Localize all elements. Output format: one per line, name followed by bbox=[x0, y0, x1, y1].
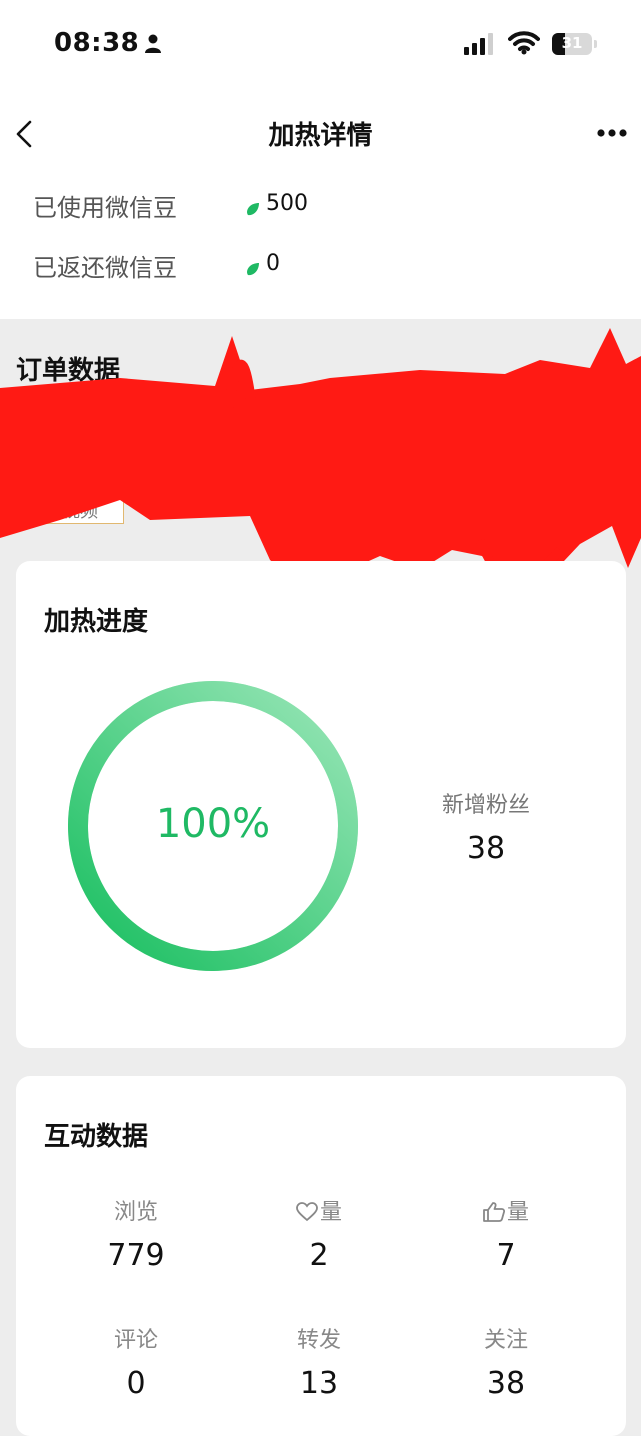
returned-beans-value: 0 bbox=[266, 251, 280, 276]
thumbs-up-stat: 量 7 bbox=[416, 1194, 596, 1273]
bean-info-section: 已使用微信豆 500 已返还微信豆 0 bbox=[0, 178, 641, 319]
new-fans-value: 38 bbox=[466, 831, 506, 866]
returned-beans-label: 已返还微信豆 bbox=[33, 254, 177, 282]
thumbs-up-label: 量 bbox=[506, 1200, 529, 1225]
shares-value: 13 bbox=[299, 1366, 339, 1401]
used-beans-row: 已使用微信豆 500 bbox=[0, 184, 641, 224]
follows-value: 38 bbox=[486, 1366, 526, 1401]
follows-stat: 关注 38 bbox=[416, 1322, 596, 1401]
follows-label: 关注 bbox=[483, 1328, 528, 1353]
interaction-data-card: 互动数据 浏览 779 量 2 量 7 评论 0 转发 13 关注 38 bbox=[16, 1076, 626, 1436]
comments-label: 评论 bbox=[113, 1328, 158, 1353]
used-beans-value: 500 bbox=[266, 191, 308, 216]
wifi-icon bbox=[508, 31, 540, 55]
battery-level: 31 bbox=[561, 34, 583, 52]
heating-progress-title: 加热进度 bbox=[44, 607, 149, 637]
likes-stat: 量 2 bbox=[229, 1194, 409, 1273]
status-bar: 08:38 31 bbox=[0, 0, 641, 90]
views-stat: 浏览 779 bbox=[46, 1194, 226, 1273]
comments-value: 0 bbox=[126, 1366, 146, 1401]
battery-icon: 31 bbox=[552, 33, 592, 55]
interaction-data-title: 互动数据 bbox=[44, 1122, 149, 1152]
navigation-bar: 加热详情 bbox=[0, 90, 641, 178]
likes-label: 量 bbox=[319, 1200, 342, 1225]
likes-value: 2 bbox=[309, 1238, 329, 1273]
new-fans-label: 新增粉丝 bbox=[441, 793, 530, 818]
returned-beans-row: 已返还微信豆 0 bbox=[0, 244, 641, 284]
used-beans-label: 已使用微信豆 bbox=[33, 194, 177, 222]
person-icon bbox=[145, 34, 161, 53]
shares-stat: 转发 13 bbox=[229, 1322, 409, 1401]
progress-percent: 100% bbox=[155, 801, 271, 847]
heating-progress-card: 加热进度 100% 新增粉丝 38 bbox=[16, 561, 626, 1048]
shares-label: 转发 bbox=[296, 1328, 341, 1353]
wechat-bean-icon bbox=[247, 203, 259, 216]
battery-nub bbox=[594, 40, 597, 48]
all-videos-chip-label: 全部视频 bbox=[26, 501, 98, 522]
thumbs-up-value: 7 bbox=[496, 1238, 516, 1273]
wechat-bean-icon bbox=[247, 263, 259, 276]
status-time: 08:38 bbox=[54, 28, 140, 58]
cellular-signal-icon bbox=[464, 33, 493, 55]
page-title: 加热详情 bbox=[268, 121, 373, 151]
views-label: 浏览 bbox=[113, 1200, 158, 1225]
order-data-title: 订单数据 bbox=[16, 356, 121, 386]
comments-stat: 评论 0 bbox=[46, 1322, 226, 1401]
all-videos-chip[interactable]: 全部视频 bbox=[16, 490, 124, 524]
more-options-icon[interactable] bbox=[596, 128, 628, 138]
views-value: 779 bbox=[107, 1238, 165, 1273]
thumbs-up-icon bbox=[483, 1202, 506, 1222]
heart-icon bbox=[296, 1202, 318, 1222]
